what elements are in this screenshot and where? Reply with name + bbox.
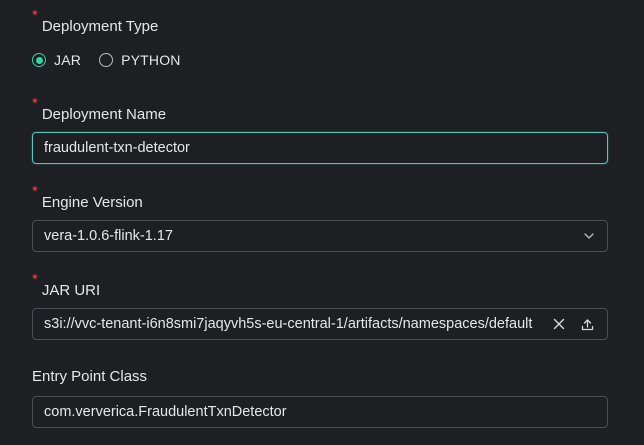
engine-version-label: * Engine Version (32, 183, 143, 211)
deployment-type-field: * Deployment Type JAR PYTHON (32, 7, 608, 70)
chevron-down-icon (582, 229, 596, 243)
radio-unchecked-icon (99, 53, 114, 67)
radio-jar-label: JAR (54, 52, 82, 68)
deployment-type-label: * Deployment Type (32, 7, 159, 35)
engine-version-field: * Engine Version vera-1.0.6-flink-1.17 (32, 183, 608, 252)
jar-uri-input[interactable]: s3i://vvc-tenant-i6n8smi7jaqyvh5s-eu-cen… (32, 308, 608, 340)
radio-python[interactable]: PYTHON (99, 52, 181, 68)
required-marker: * (32, 7, 38, 24)
clear-icon[interactable] (552, 317, 566, 331)
radio-checked-icon (32, 53, 46, 67)
required-marker: * (32, 183, 38, 200)
radio-python-label: PYTHON (121, 52, 181, 68)
entry-point-class-input[interactable]: com.ververica.FraudulentTxnDetector (32, 396, 608, 428)
deployment-form: * Deployment Type JAR PYTHON * Deploymen… (0, 0, 644, 445)
deployment-name-field: * Deployment Name fraudulent-txn-detecto… (32, 95, 608, 164)
upload-icon[interactable] (580, 317, 594, 331)
required-marker: * (32, 271, 38, 288)
required-marker: * (32, 95, 38, 112)
entry-point-class-label: Entry Point Class (32, 368, 148, 385)
entry-point-class-field: Entry Point Class com.ververica.Fraudule… (32, 368, 608, 428)
jar-uri-label: * JAR URI (32, 271, 101, 299)
deployment-name-label: * Deployment Name (32, 95, 167, 123)
deployment-name-input[interactable]: fraudulent-txn-detector (32, 132, 608, 164)
radio-jar[interactable]: JAR (32, 52, 81, 68)
engine-version-select[interactable]: vera-1.0.6-flink-1.17 (32, 220, 608, 252)
jar-uri-field: * JAR URI s3i://vvc-tenant-i6n8smi7jaqyv… (32, 271, 608, 340)
deployment-type-radio-group: JAR PYTHON (32, 50, 608, 70)
